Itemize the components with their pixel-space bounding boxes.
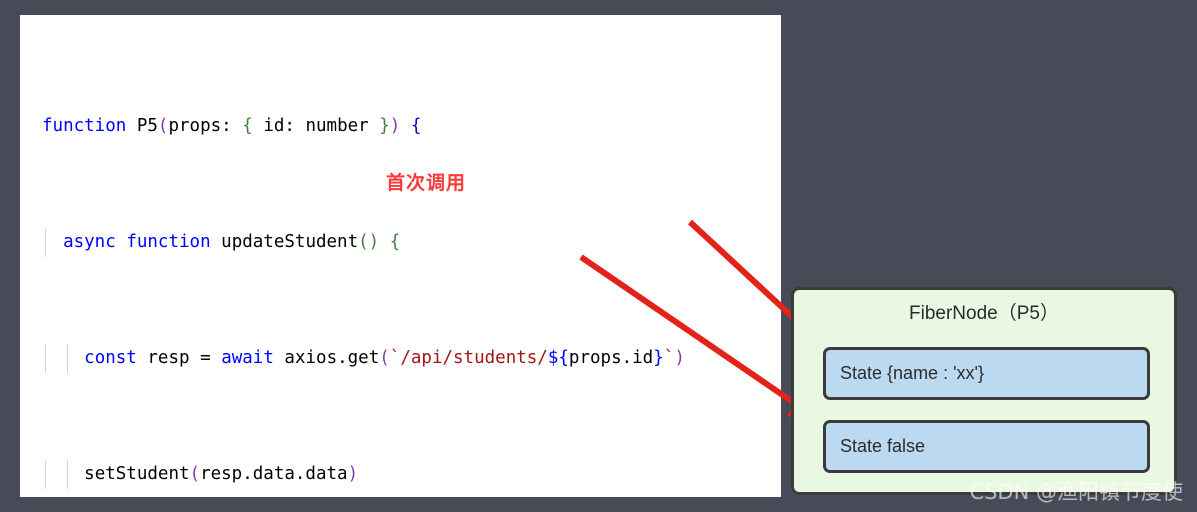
code-editor-panel[interactable]: function P5(props: { id: number }) { asy… xyxy=(20,15,781,497)
code-line: setStudent(resp.data.data) xyxy=(20,460,781,489)
code-line: const resp = await axios.get(`/api/stude… xyxy=(20,344,781,373)
fibernode-title: FiberNode（P5） xyxy=(909,303,1059,324)
code-content[interactable]: function P5(props: { id: number }) { asy… xyxy=(20,25,781,497)
fibernode-panel[interactable]: FiberNode（P5） State {name : 'xx'} State … xyxy=(791,287,1177,495)
code-line: async function updateStudent() { xyxy=(20,228,781,257)
state-box-name[interactable]: State {name : 'xx'} xyxy=(823,347,1150,400)
state-box-fetch-label: State false xyxy=(840,436,926,456)
code-line: function P5(props: { id: number }) { xyxy=(42,116,422,136)
state-box-fetch[interactable]: State false xyxy=(823,420,1150,473)
annotation-first-call: 首次调用 xyxy=(386,172,467,194)
csdn-watermark: CSDN @渔阳镇节度使 xyxy=(969,480,1183,504)
state-box-name-label: State {name : 'xx'} xyxy=(840,363,984,383)
